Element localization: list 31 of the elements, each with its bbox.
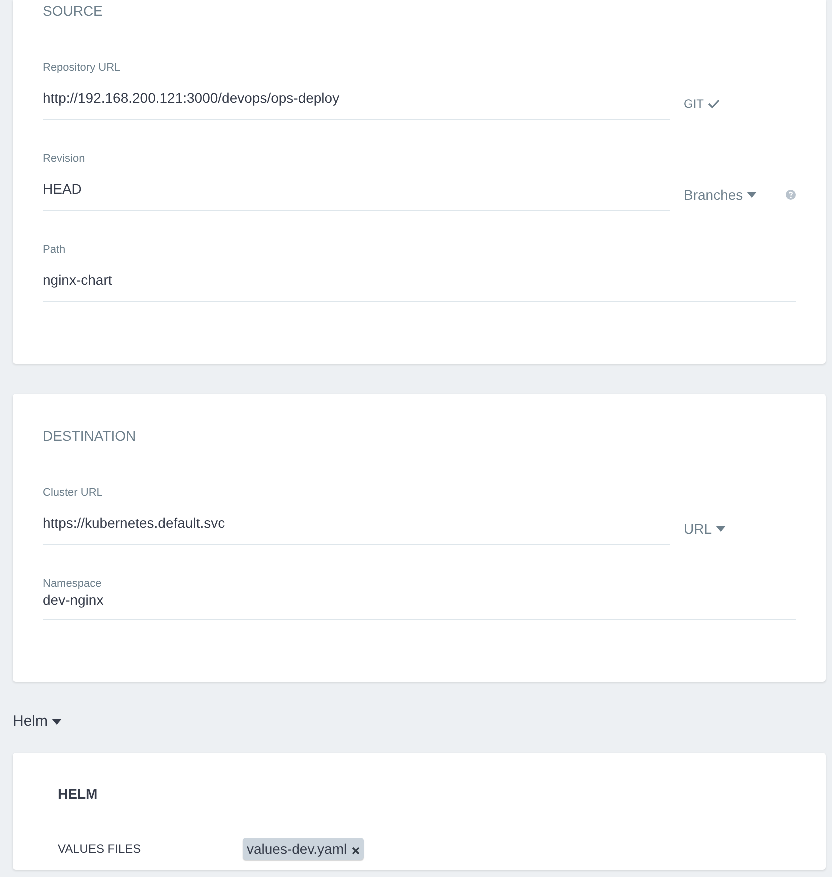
field-label: VALUES FILES <box>58 842 142 856</box>
field-label: Revision <box>43 152 86 166</box>
field-value: dev-nginx <box>43 591 105 610</box>
section-title: HELM <box>58 786 99 802</box>
section-title: SOURCE <box>43 3 104 19</box>
input-field[interactable]: Repository URL http://192.168.200.121:3000/devops/ops-deploy <box>43 61 670 120</box>
caret-icon <box>716 526 726 532</box>
field-value: https://kubernetes.default.svc <box>43 514 226 533</box>
helm-toggle[interactable]: Helm <box>13 712 62 732</box>
caret-icon <box>52 719 62 725</box>
field-label: Path <box>43 243 67 257</box>
dropdown-button[interactable]: URL <box>684 520 726 538</box>
close-icon <box>352 846 360 854</box>
help-icon[interactable] <box>786 190 796 200</box>
section-title: DESTINATION <box>43 428 138 444</box>
dropdown-button[interactable]: Branches <box>684 186 758 204</box>
field-label: Cluster URL <box>43 486 104 500</box>
input-field[interactable]: Namespace dev-nginx <box>43 577 796 620</box>
caret-icon <box>747 192 758 198</box>
field-label: Namespace <box>43 577 103 591</box>
tag-text: values-dev.yaml <box>247 841 348 857</box>
field-value: HEAD <box>43 180 83 199</box>
field-value: http://192.168.200.121:3000/devops/ops-deploy <box>43 89 341 108</box>
input-field[interactable]: Path nginx-chart <box>43 243 796 302</box>
check-icon <box>708 99 720 109</box>
field-label: Repository URL <box>43 61 122 75</box>
input-field[interactable]: Cluster URL https://kubernetes.default.svc <box>43 486 670 545</box>
question-glyph-icon <box>786 190 796 200</box>
field-value: nginx-chart <box>43 271 114 290</box>
input-field[interactable]: Revision HEAD <box>43 152 670 211</box>
repo-type-text: GIT <box>684 97 704 111</box>
